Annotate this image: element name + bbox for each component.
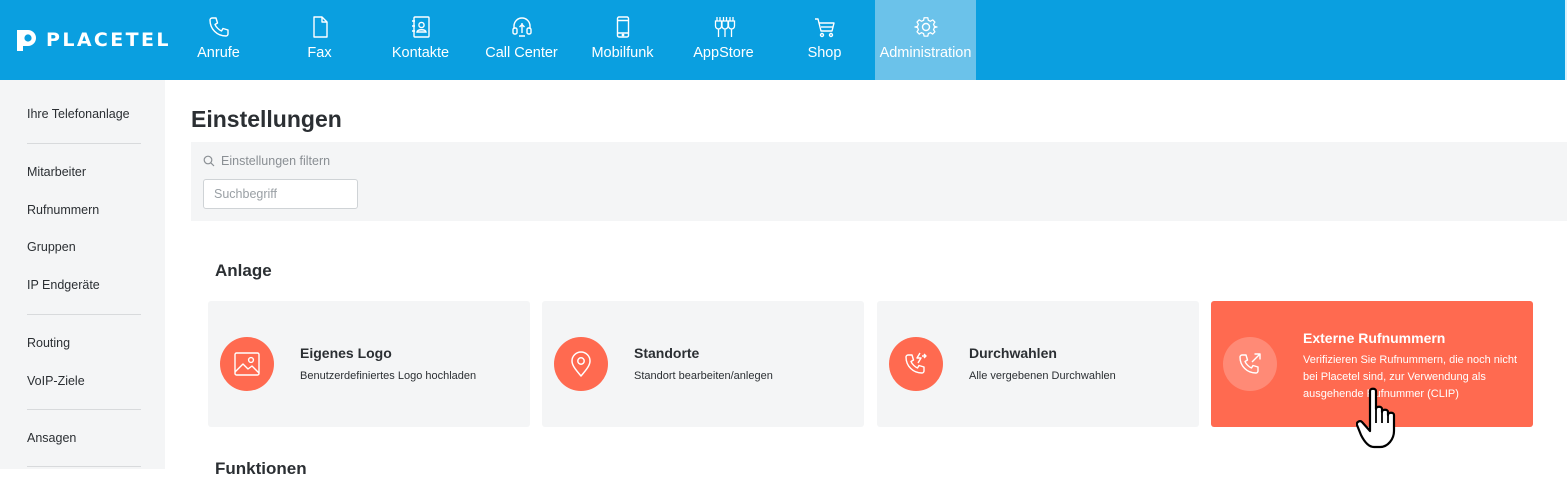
- gear-icon: [913, 17, 938, 37]
- sidebar-divider: [27, 143, 141, 144]
- sidebar-divider: [27, 466, 141, 467]
- page-title: Einstellungen: [191, 106, 342, 132]
- sidebar-item-telefonanlage[interactable]: Ihre Telefonanlage: [27, 107, 130, 121]
- settings-card-standorte[interactable]: Standorte Standort bearbeiten/anlegen: [542, 301, 864, 427]
- filter-panel: Einstellungen filtern: [191, 142, 1567, 221]
- settings-card-durchwahlen[interactable]: Durchwahlen Alle vergebenen Durchwahlen: [877, 301, 1199, 427]
- nav-label: Shop: [807, 45, 842, 61]
- card-icon-circle: [554, 337, 608, 391]
- brand-logo[interactable]: PLACETEL: [14, 25, 171, 55]
- settings-card-eigenes-logo[interactable]: Eigenes Logo Benutzerdefiniertes Logo ho…: [208, 301, 530, 427]
- phone-icon: [208, 17, 229, 37]
- card-description: Standort bearbeiten/anlegen: [634, 370, 773, 382]
- sidebar-item-routing[interactable]: Routing: [27, 336, 70, 350]
- mobile-phone-icon: [616, 16, 629, 38]
- search-input[interactable]: [203, 179, 358, 209]
- main-nav: Anrufe Fax Kontakte Call Center Mobilfun…: [168, 0, 976, 80]
- top-navigation-bar: PLACETEL Anrufe Fax Kontakte Call Center…: [0, 0, 1567, 80]
- nav-item-anrufe[interactable]: Anrufe: [168, 0, 269, 80]
- card-title: Eigenes Logo: [300, 345, 392, 361]
- sidebar-item-ansagen[interactable]: Ansagen: [27, 431, 76, 445]
- card-icon-circle: [889, 337, 943, 391]
- nav-item-fax[interactable]: Fax: [269, 0, 370, 80]
- phone-forward-icon: [905, 352, 927, 374]
- section-title-funktionen: Funktionen: [215, 459, 307, 478]
- nav-label: Anrufe: [197, 45, 240, 61]
- location-pin-icon: [571, 351, 591, 377]
- brand-name: PLACETEL: [46, 29, 171, 51]
- nav-item-mobilfunk[interactable]: Mobilfunk: [572, 0, 673, 80]
- sidebar-item-mitarbeiter[interactable]: Mitarbeiter: [27, 165, 86, 179]
- nav-label: Fax: [307, 45, 332, 61]
- hand-pointer-cursor-icon: [1356, 387, 1396, 449]
- phone-outgoing-icon: [1239, 353, 1261, 374]
- sidebar-item-gruppen[interactable]: Gruppen: [27, 240, 76, 254]
- sidebar-item-rufnummern[interactable]: Rufnummern: [27, 203, 99, 217]
- sidebar-divider: [27, 409, 141, 410]
- sidebar-item-voip-ziele[interactable]: VoIP-Ziele: [27, 374, 85, 388]
- nav-item-administration[interactable]: Administration: [875, 0, 976, 80]
- nav-item-call-center[interactable]: Call Center: [471, 0, 572, 80]
- filter-label: Einstellungen filtern: [203, 154, 330, 168]
- sidebar-divider: [27, 314, 141, 315]
- nav-label: AppStore: [693, 45, 754, 61]
- plugins-icon: [714, 17, 735, 37]
- contacts-book-icon: [411, 16, 430, 38]
- placetel-logo-icon: [17, 30, 36, 51]
- card-title: Externe Rufnummern: [1303, 330, 1446, 346]
- fax-document-icon: [312, 16, 328, 38]
- nav-item-shop[interactable]: Shop: [774, 0, 875, 80]
- nav-label: Administration: [879, 45, 972, 61]
- image-icon: [234, 352, 260, 376]
- sidebar-item-ip-endgeraete[interactable]: IP Endgeräte: [27, 278, 100, 292]
- card-description: Benutzerdefiniertes Logo hochladen: [300, 370, 477, 382]
- section-title-anlage: Anlage: [215, 261, 272, 280]
- card-title: Standorte: [634, 345, 700, 361]
- card-icon-circle: [220, 337, 274, 391]
- card-icon-circle: [1223, 337, 1277, 391]
- nav-item-kontakte[interactable]: Kontakte: [370, 0, 471, 80]
- nav-label: Kontakte: [391, 45, 450, 61]
- shopping-cart-icon: [814, 18, 835, 38]
- nav-label: Mobilfunk: [591, 45, 654, 61]
- nav-label: Call Center: [485, 45, 558, 61]
- card-title: Durchwahlen: [969, 345, 1057, 361]
- card-description: Alle vergebenen Durchwahlen: [969, 370, 1116, 382]
- search-icon: [203, 155, 215, 167]
- filter-label-text: Einstellungen filtern: [221, 154, 331, 168]
- sidebar: Ihre Telefonanlage Mitarbeiter Rufnummer…: [0, 80, 165, 469]
- nav-item-appstore[interactable]: AppStore: [673, 0, 774, 80]
- headset-icon: [511, 17, 532, 37]
